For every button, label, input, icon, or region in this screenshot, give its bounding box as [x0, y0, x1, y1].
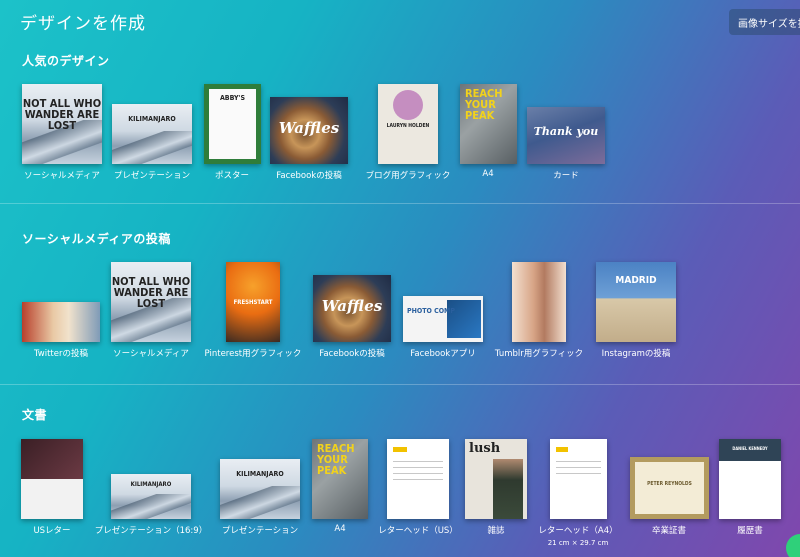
design-label: ブログ用グラフィック	[365, 171, 451, 181]
page-title: デザインを作成	[20, 14, 146, 34]
thumbnail-text: ABBY'S	[219, 94, 246, 102]
text-line	[393, 479, 443, 480]
logo-mark	[393, 447, 407, 452]
thumbnail-text: lush	[469, 441, 501, 456]
design-label: Facebookの投稿	[319, 349, 385, 359]
certificate-paper	[635, 462, 704, 514]
thumbnail-facebook-app[interactable]: PHOTO COMP	[403, 296, 483, 342]
design-label: プレゼンテーション（16:9）	[94, 526, 208, 536]
design-label: A4	[482, 169, 494, 179]
section-title-popular: 人気のデザイン	[22, 54, 110, 68]
thumbnail-text: FRESHSTART	[233, 299, 273, 306]
thumbnail-twitter-post[interactable]	[22, 302, 100, 342]
design-label: Twitterの投稿	[34, 349, 88, 359]
section-divider	[0, 203, 800, 204]
design-label: 卒業証書	[651, 526, 687, 536]
thumbnail-pinterest-graphic[interactable]: FRESHSTART	[226, 262, 280, 342]
design-label: USレター	[33, 526, 71, 536]
thumbnail-text: NOT ALL WHO WANDER ARE LOST	[22, 97, 102, 133]
design-label: ポスター	[214, 171, 250, 181]
thumbnail-text: DANIEL KENNEDY	[732, 446, 768, 451]
thumbnail-poster[interactable]: ABBY'S	[204, 84, 261, 164]
photo-collage	[447, 300, 481, 338]
design-label: 履歴書	[737, 526, 763, 536]
help-button[interactable]	[786, 534, 800, 557]
thumbnail-text: PETER REYNOLDS	[647, 481, 692, 487]
design-label: レターヘッド（A4）	[538, 526, 618, 536]
text-line	[393, 467, 443, 468]
design-label: Pinterest用グラフィック	[204, 349, 302, 359]
text-line	[556, 461, 601, 462]
thumbnail-certificate[interactable]: PETER REYNOLDS	[630, 457, 709, 519]
thumbnail-facebook-post[interactable]: Waffles	[313, 275, 391, 342]
design-label: ソーシャルメディア	[24, 171, 100, 181]
design-label: プレゼンテーション	[221, 526, 299, 536]
design-label: ソーシャルメディア	[113, 349, 189, 359]
custom-dimensions-button[interactable]: 画像サイズを指定	[729, 9, 800, 35]
thumbnail-text: NOT ALL WHO WANDER ARE LOST	[111, 275, 191, 311]
thumbnail-text: Waffles	[278, 119, 340, 137]
thumbnail-us-letter[interactable]	[21, 439, 83, 519]
text-line	[393, 461, 443, 462]
thumbnail-text: PHOTO COMP	[407, 307, 455, 315]
thumbnail-social-media[interactable]: NOT ALL WHO WANDER ARE LOST	[22, 84, 102, 164]
thumbnail-social-media[interactable]: NOT ALL WHO WANDER ARE LOST	[111, 262, 191, 342]
thumbnail-presentation-16-9[interactable]: KILIMANJARO	[111, 474, 191, 519]
design-label: Tumblr用グラフィック	[494, 349, 584, 359]
section-title-social-media: ソーシャルメディアの投稿	[22, 232, 171, 246]
design-label: プレゼンテーション	[113, 171, 191, 181]
text-line	[393, 473, 443, 474]
thumbnail-instagram-post[interactable]: MADRID	[596, 262, 676, 342]
design-label: Instagramの投稿	[601, 349, 671, 359]
thumbnail-text: REACH YOUR PEAK	[317, 442, 355, 477]
thumbnail-text: Waffles	[321, 297, 383, 315]
design-label: A4	[334, 524, 346, 534]
thumbnail-text: Thank you	[533, 125, 599, 138]
section-divider	[0, 384, 800, 385]
thumbnail-text: KILIMANJARO	[130, 481, 172, 488]
portrait-image	[393, 90, 423, 120]
thumbnail-text: REACH YOUR PEAK	[465, 87, 503, 122]
text-line	[556, 467, 601, 468]
thumbnail-magazine[interactable]: lush	[465, 439, 527, 519]
thumbnail-resume[interactable]: DANIEL KENNEDY	[719, 439, 781, 519]
thumbnail-tumblr-graphic[interactable]	[512, 262, 566, 342]
thumbnail-text: MADRID	[615, 275, 657, 286]
thumbnail-letterhead-a4[interactable]	[550, 439, 607, 519]
section-title-documents: 文書	[22, 408, 48, 422]
thumbnail-a4[interactable]: REACH YOUR PEAK	[312, 439, 368, 519]
thumbnail-a4[interactable]: REACH YOUR PEAK	[460, 84, 517, 164]
thumbnail-facebook-post[interactable]: Waffles	[270, 97, 348, 164]
thumbnail-card[interactable]: Thank you	[527, 107, 605, 164]
thumbnail-presentation[interactable]: KILIMANJARO	[112, 104, 192, 164]
design-label: レターヘッド（US）	[378, 526, 458, 536]
design-label: 雑誌	[487, 526, 505, 536]
logo-mark	[556, 447, 568, 452]
flower-image	[21, 439, 83, 479]
text-line	[556, 473, 601, 474]
design-dimensions: 21 cm × 29.7 cm	[547, 539, 609, 547]
thumbnail-text: KILIMANJARO	[236, 470, 284, 478]
thumbnail-letterhead-us[interactable]	[387, 439, 449, 519]
design-label: カード	[553, 171, 579, 181]
thumbnail-presentation[interactable]: KILIMANJARO	[220, 459, 300, 519]
thumbnail-blog-graphic[interactable]: LAURYN HOLDEN	[378, 84, 438, 164]
design-label: Facebookアプリ	[410, 349, 476, 359]
design-label: Facebookの投稿	[276, 171, 342, 181]
model-image	[493, 459, 523, 519]
thumbnail-text: LAURYN HOLDEN	[386, 123, 430, 129]
thumbnail-text: KILIMANJARO	[128, 115, 176, 123]
